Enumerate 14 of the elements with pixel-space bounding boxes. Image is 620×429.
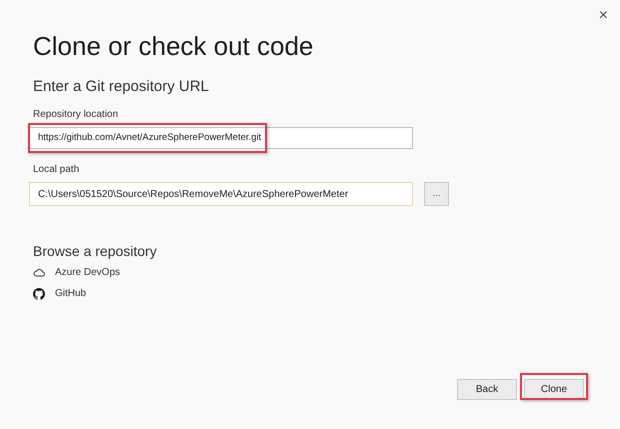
cloud-icon (33, 268, 45, 277)
field-label: Repository location (33, 108, 118, 122)
browse-button[interactable]: ... (424, 182, 449, 206)
dialog-button[interactable]: Back (457, 379, 517, 400)
provider-link[interactable]: GitHub (33, 287, 86, 300)
github-icon (33, 288, 45, 300)
dialog-button[interactable]: Clone (524, 379, 584, 400)
provider-link[interactable]: Azure DevOps (33, 266, 120, 279)
local-path-field[interactable]: C:\Users\051520\Source\Repos\RemoveMe\AzureSpherePowerMeter (29, 182, 413, 206)
close-button[interactable]: × (598, 3, 608, 28)
section-heading: Browse a repository (33, 242, 157, 260)
field-label: Local path (33, 163, 80, 177)
dialog-title: Clone or check out code (33, 30, 314, 63)
section-heading: Enter a Git repository URL (33, 77, 210, 97)
